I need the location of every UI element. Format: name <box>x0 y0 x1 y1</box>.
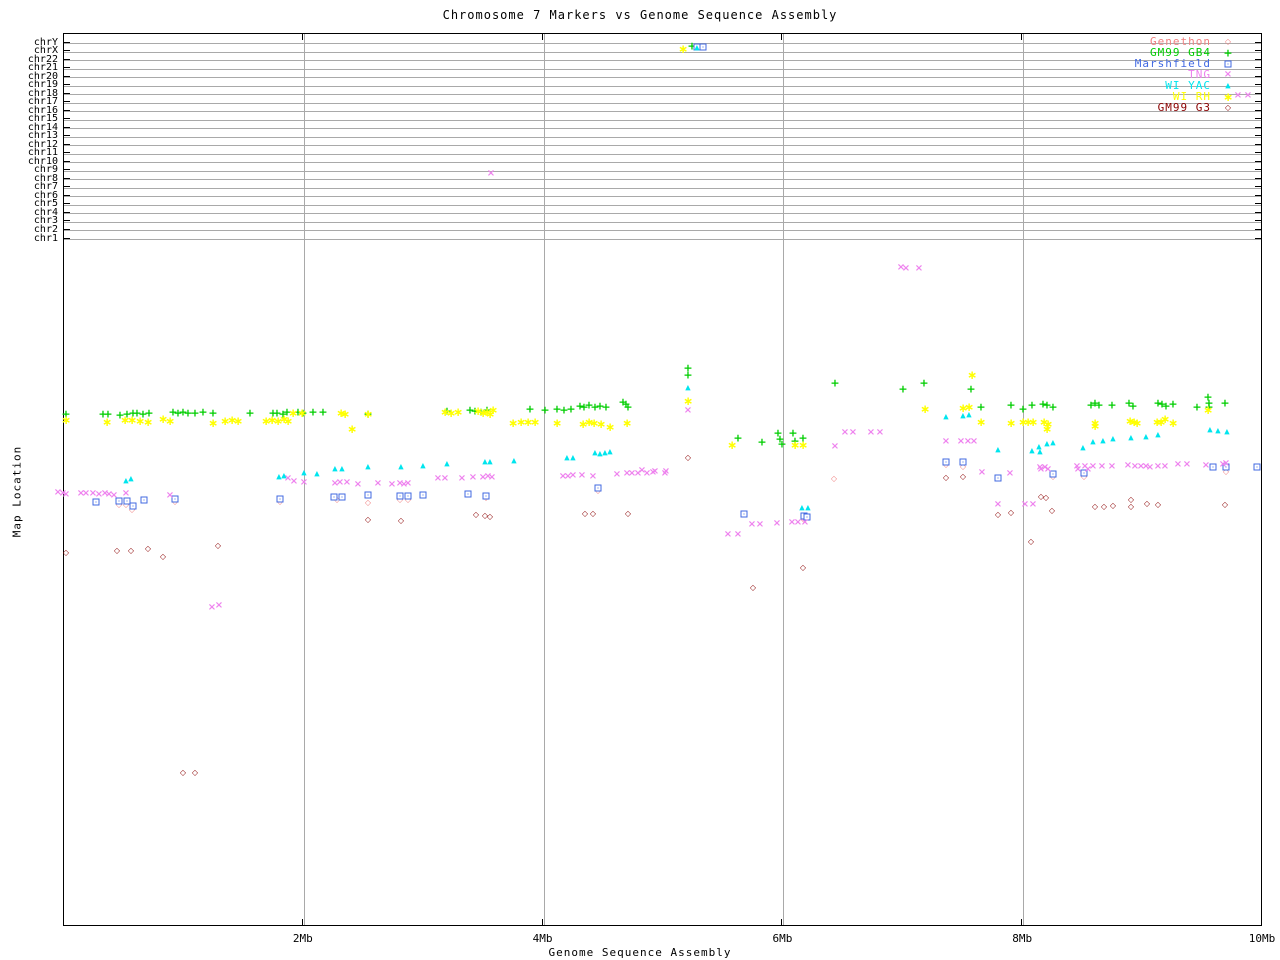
y-tick-label-chr7: chr7 <box>33 181 58 193</box>
chromosome-gridline <box>64 145 1261 147</box>
legend-marker-icon <box>1224 60 1232 67</box>
chromosome-gridline <box>64 221 1261 223</box>
x-gridline <box>783 34 785 925</box>
y-tick-label-chr14: chr14 <box>27 121 58 133</box>
y-tick-label-chr16: chr16 <box>27 104 58 116</box>
page-title: Chromosome 7 Markers vs Genome Sequence … <box>442 8 838 22</box>
x-gridline <box>1023 34 1025 925</box>
y-tick-label-chr1: chr1 <box>33 232 58 244</box>
chromosome-gridline <box>64 230 1261 232</box>
chromosome-gridline <box>64 128 1261 130</box>
y-tick-label-chr12: chr12 <box>27 138 58 150</box>
x-gridline <box>303 34 305 925</box>
chromosome-gridline <box>64 162 1261 164</box>
legend-marker-icon: + <box>1223 46 1233 59</box>
y-tick-label-chrY: chrY <box>33 36 58 48</box>
legend-symbol <box>1211 58 1245 69</box>
y-tick-label-chrX: chrX <box>33 45 58 57</box>
chromosome-gridline <box>64 196 1261 198</box>
x-axis-title: Genome Sequence Assembly <box>548 946 732 959</box>
chromosome-gridline <box>64 239 1261 240</box>
y-axis-title: Map Location <box>10 445 24 538</box>
y-tick-label-chr5: chr5 <box>33 198 58 210</box>
y-tick-label-chr18: chr18 <box>27 87 58 99</box>
y-tick-label-chr22: chr22 <box>27 53 58 65</box>
x-tick-label: 4Mb <box>532 932 553 945</box>
y-tick-label-chr3: chr3 <box>33 215 58 227</box>
x-tick-label: 10Mb <box>1248 932 1276 945</box>
x-gridline <box>543 34 545 925</box>
y-tick-label-chr6: chr6 <box>33 189 58 201</box>
chromosome-gridline <box>64 136 1261 138</box>
legend-marker-icon: ◇ <box>1224 36 1232 46</box>
legend-marker-icon: ▲ <box>1225 81 1231 89</box>
chromosome-gridline <box>64 179 1261 181</box>
legend-marker-icon: ◇ <box>1224 102 1232 112</box>
x-tick-label: 8Mb <box>1012 932 1033 945</box>
chromosome-gridline <box>64 187 1261 189</box>
y-tick-label-chr15: chr15 <box>27 113 58 125</box>
legend-label: GM99 G3 <box>1157 101 1211 114</box>
y-tick-label-chr11: chr11 <box>27 147 58 159</box>
data-point-tng: × <box>53 487 63 498</box>
legend: Genethon ◇ GM99 GB4 + Marshfield TNG × WI YAC ▲ W… <box>1075 35 1245 114</box>
legend-marker-icon: × <box>1223 68 1233 80</box>
legend-symbol: × <box>1211 69 1245 80</box>
y-tick-label-chr13: chr13 <box>27 130 58 142</box>
chart-canvas: Chromosome 7 Markers vs Genome Sequence … <box>0 0 1280 960</box>
chromosome-gridline <box>64 170 1261 172</box>
y-tick-label-chr20: chr20 <box>27 70 58 82</box>
y-tick-label-chr17: chr17 <box>27 96 58 108</box>
chromosome-gridline <box>64 213 1261 215</box>
y-tick-label-chr9: chr9 <box>33 164 58 176</box>
x-tick-label: 2Mb <box>292 932 313 945</box>
legend-symbol: + <box>1211 47 1245 58</box>
legend-marker-icon: ∗ <box>1222 89 1234 104</box>
chromosome-gridline <box>64 119 1261 121</box>
plot-area <box>63 33 1262 926</box>
legend-symbol: ∗ <box>1211 89 1245 104</box>
y-tick-label-chr10: chr10 <box>27 155 58 167</box>
y-tick-label-chr21: chr21 <box>27 62 58 74</box>
legend-row: GM99 G3 ◇ <box>1075 101 1245 114</box>
x-tick-label: 6Mb <box>772 932 793 945</box>
y-tick-label-chr8: chr8 <box>33 172 58 184</box>
y-tick-label-chr2: chr2 <box>33 223 58 235</box>
y-tick-label-chr4: chr4 <box>33 206 58 218</box>
chromosome-gridline <box>64 153 1261 155</box>
y-tick-label-chr19: chr19 <box>27 79 58 91</box>
chromosome-gridline <box>64 204 1261 206</box>
legend-symbol: ◇ <box>1211 102 1245 113</box>
